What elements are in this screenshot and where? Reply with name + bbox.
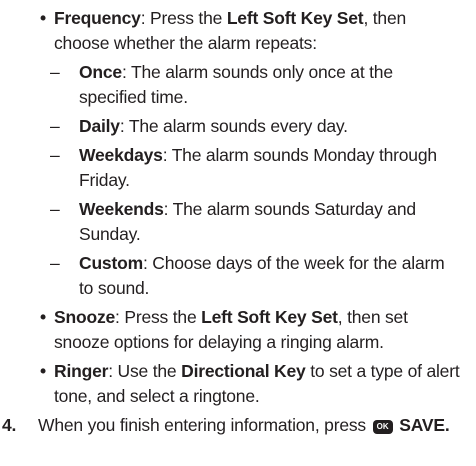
ok-key-icon: OK [372, 420, 393, 434]
bullet-marker: • [40, 307, 46, 327]
step-4: 4. When you finish entering information,… [0, 413, 476, 438]
left-soft-key-label: Left Soft Key Set [201, 307, 338, 327]
snooze-sep: : Press the [115, 307, 202, 327]
option-term: Weekends [79, 199, 164, 219]
alarm-options-list: • Frequency: Press the Left Soft Key Set… [0, 6, 476, 409]
step-number: 4. [2, 415, 17, 435]
dash-marker: – [50, 116, 60, 136]
step-text: When you finish entering information, pr… [38, 415, 371, 435]
option-term: Custom [79, 253, 143, 273]
step-end: . [444, 415, 450, 435]
option-weekdays: – Weekdays: The alarm sounds Monday thro… [50, 143, 460, 193]
snooze-term: Snooze [54, 307, 116, 327]
dash-marker: – [50, 199, 60, 219]
option-desc: : The alarm sounds only once at the spec… [79, 62, 393, 107]
option-term: Weekdays [79, 145, 163, 165]
bullet-marker: • [40, 361, 46, 381]
ringer-sep: : Use the [108, 361, 182, 381]
dash-marker: – [50, 253, 60, 273]
manual-page: • Frequency: Press the Left Soft Key Set… [0, 0, 476, 466]
dash-marker: – [50, 145, 60, 165]
option-term: Once [79, 62, 122, 82]
frequency-sep: : Press the [140, 8, 227, 28]
option-desc: : The alarm sounds every day. [119, 116, 348, 136]
frequency-term: Frequency [54, 8, 141, 28]
frequency-options-list: – Once: The alarm sounds only once at th… [50, 60, 460, 301]
frequency-item: • Frequency: Press the Left Soft Key Set… [0, 6, 476, 301]
option-custom: – Custom: Choose days of the week for th… [50, 251, 460, 301]
dash-marker: – [50, 62, 60, 82]
option-weekends: – Weekends: The alarm sounds Saturday an… [50, 197, 460, 247]
directional-key-label: Directional Key [181, 361, 306, 381]
option-once: – Once: The alarm sounds only once at th… [50, 60, 460, 110]
left-soft-key-label: Left Soft Key Set [226, 8, 364, 28]
bullet-marker: • [40, 8, 46, 28]
snooze-item: • Snooze: Press the Left Soft Key Set, t… [0, 305, 476, 355]
option-daily: – Daily: The alarm sounds every day. [50, 114, 460, 139]
ringer-item: • Ringer: Use the Directional Key to set… [0, 359, 476, 409]
ringer-term: Ringer [54, 361, 109, 381]
save-label: SAVE [399, 415, 445, 435]
option-term: Daily [79, 116, 120, 136]
